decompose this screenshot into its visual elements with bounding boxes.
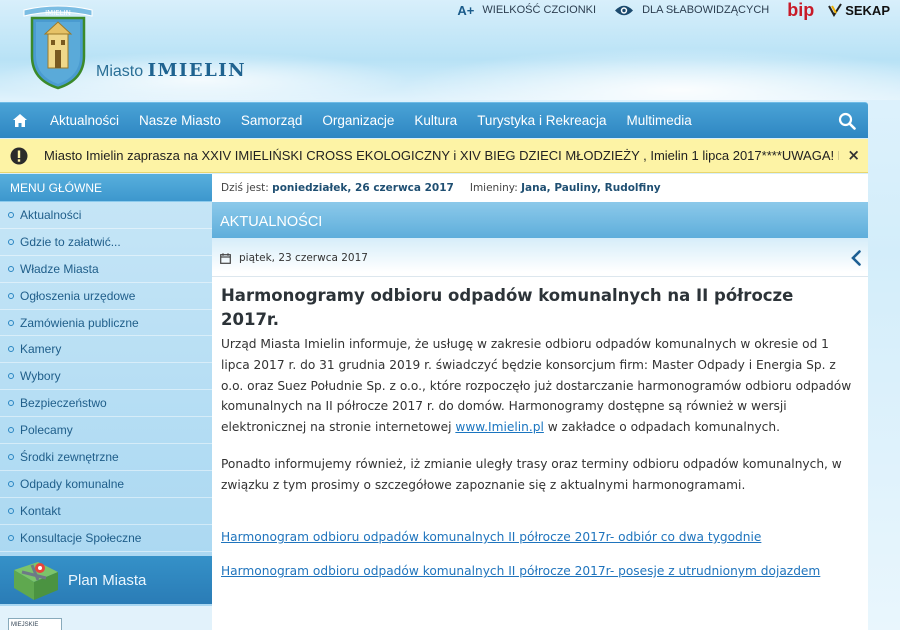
city-map-banner[interactable]: Plan Miasta (0, 556, 212, 604)
top-utility-bar: A+ WIELKOŚĆ CZCIONKI DLA SŁABOWIDZĄCYCH … (457, 0, 900, 20)
date-info-bar: Dziś jest: poniedziałek, 26 czerwca 2017… (212, 174, 868, 202)
article-paragraph-2: Ponadto informujemy również, iż zmianie … (221, 457, 842, 492)
sekap-logo-icon (828, 3, 843, 17)
sidebar-item-label: Wybory (20, 369, 61, 384)
city-map-label: Plan Miasta (68, 571, 147, 589)
bullet-icon (8, 265, 14, 272)
bullet-icon (8, 534, 14, 541)
font-size-icon: A+ (457, 2, 475, 18)
sidebar-item-zamowienia[interactable]: Zamówienia publiczne (0, 310, 212, 337)
sidebar-item-wladze-miasta[interactable]: Władze Miasta (0, 256, 212, 283)
post-date: piątek, 23 czerwca 2017 (220, 252, 368, 264)
bullet-icon (8, 211, 14, 218)
sidebar-item-srodki-zewnetrzne[interactable]: Środki zewnętrzne (0, 444, 212, 471)
nav-item-samorzad[interactable]: Samorząd (231, 113, 313, 128)
sidebar-item-label: Aktualności (20, 207, 82, 222)
imielin-website-link[interactable]: www.Imielin.pl (455, 420, 544, 434)
font-size-control[interactable]: A+ WIELKOŚĆ CZCIONKI (457, 3, 596, 18)
partner-logo[interactable]: MIEJSKIE (8, 618, 62, 630)
bullet-icon (8, 346, 14, 353)
main-navigation: Aktualności Nasze Miasto Samorząd Organi… (0, 102, 868, 138)
bullet-icon (8, 373, 14, 380)
close-icon[interactable]: × (847, 146, 860, 164)
home-icon (13, 114, 27, 127)
exclamation-icon (10, 147, 28, 164)
sidebar-item-label: Władze Miasta (20, 261, 99, 276)
announcement-ticker: Miasto Imielin zaprasza na XXIV IMIELIŃS… (0, 139, 868, 173)
bullet-icon (8, 238, 14, 245)
sidebar-item-label: Gdzie to załatwić... (20, 234, 121, 249)
article-paragraph-1: Urząd Miasta Imielin informuje, że usług… (221, 334, 861, 438)
sidebar-bottom: MIEJSKIE (0, 606, 212, 630)
sidebar-item-aktualnosci[interactable]: Aktualności (0, 202, 212, 229)
sidebar-menu: Aktualności Gdzie to załatwić... Władze … (0, 202, 212, 552)
home-button[interactable] (0, 103, 40, 139)
nav-item-nasze-miasto[interactable]: Nasze Miasto (129, 113, 231, 128)
download-link-schedule-biweekly[interactable]: Harmonogram odbioru odpadów komunalnych … (221, 530, 761, 544)
section-title: AKTUALNOŚCI (212, 202, 868, 238)
sidebar-item-kontakt[interactable]: Kontakt (0, 498, 212, 525)
sidebar-item-kamery[interactable]: Kamery (0, 336, 212, 364)
search-icon[interactable] (838, 112, 856, 130)
sidebar-item-bezpieczenstwo[interactable]: Bezpieczeństwo (0, 390, 212, 418)
article-title: Harmonogramy odbioru odpadów komunalnych… (221, 286, 794, 329)
sekap-link[interactable]: SEKAP (828, 3, 890, 18)
bullet-icon (8, 507, 14, 514)
calendar-icon (220, 252, 231, 264)
sidebar-item-polecamy[interactable]: Polecamy (0, 417, 212, 445)
sidebar-item-konsultacje[interactable]: Konsultacje Społeczne (0, 525, 212, 552)
sidebar-item-label: Zamówienia publiczne (20, 315, 139, 330)
map-icon (14, 562, 58, 600)
bip-link[interactable]: bip (787, 0, 814, 21)
header: IMIELIN Miasto IMIELIN A+ WIELKOŚĆ CZCIO… (0, 0, 900, 100)
sidebar-item-gdzie-to-zalatwic[interactable]: Gdzie to załatwić... (0, 229, 212, 256)
chevron-left-icon[interactable] (850, 250, 862, 266)
today-value: poniedziałek, 26 czerwca 2017 (272, 182, 454, 194)
accessibility-label: DLA SŁABOWIDZĄCYCH (642, 4, 770, 16)
bullet-icon (8, 480, 14, 487)
eye-icon (615, 5, 634, 15)
site-name-prefix: Miasto (96, 63, 144, 80)
bullet-icon (8, 427, 14, 434)
city-crest-icon[interactable]: IMIELIN (18, 4, 98, 90)
site-name-main: IMIELIN (147, 60, 247, 81)
nav-item-multimedia[interactable]: Multimedia (616, 113, 701, 128)
accessibility-control[interactable]: DLA SŁABOWIDZĄCYCH (614, 4, 769, 17)
bullet-icon (8, 400, 14, 407)
names-day-value: Jana, Pauliny, Rudolfiny (521, 182, 661, 194)
nav-item-organizacje[interactable]: Organizacje (312, 113, 404, 128)
bullet-icon (8, 292, 14, 299)
sekap-label: SEKAP (845, 2, 890, 18)
paragraph-1-tail: w zakładce o odpadach komunalnych. (543, 420, 780, 435)
announcement-text[interactable]: Miasto Imielin zaprasza na XXIV IMIELIŃS… (44, 148, 839, 163)
sidebar-item-label: Kontakt (20, 503, 61, 518)
download-link-schedule-difficult-access[interactable]: Harmonogram odbioru odpadów komunalnych … (221, 564, 820, 578)
sidebar-item-ogloszenia[interactable]: Ogłoszenia urzędowe (0, 283, 212, 310)
site-name[interactable]: Miasto IMIELIN (96, 60, 246, 81)
sidebar-item-odpady-komunalne[interactable]: Odpady komunalne (0, 471, 212, 498)
sidebar-item-label: Polecamy (20, 423, 73, 438)
divider (212, 276, 868, 277)
today-label: Dziś jest: (221, 182, 269, 194)
sidebar-item-label: Konsultacje Społeczne (20, 530, 142, 545)
bullet-icon (8, 453, 14, 460)
sidebar-item-label: Ogłoszenia urzędowe (20, 288, 136, 303)
bullet-icon (8, 319, 14, 326)
crest-banner: IMIELIN (45, 9, 71, 17)
sidebar-item-wybory[interactable]: Wybory (0, 363, 212, 391)
nav-item-kultura[interactable]: Kultura (404, 113, 467, 128)
nav-item-turystyka[interactable]: Turystyka i Rekreacja (467, 113, 616, 128)
sidebar-item-label: Odpady komunalne (20, 476, 125, 491)
names-day-label: Imieniny: (469, 182, 518, 194)
main-content: Dziś jest: poniedziałek, 26 czerwca 2017… (212, 174, 868, 630)
sidebar: MENU GŁÓWNE Aktualności Gdzie to załatwi… (0, 174, 212, 630)
sidebar-item-label: Kamery (20, 342, 62, 357)
post-date-text: piątek, 23 czerwca 2017 (239, 252, 368, 264)
sidebar-item-label: Bezpieczeństwo (20, 396, 107, 411)
font-size-label: WIELKOŚĆ CZCIONKI (482, 4, 597, 16)
sidebar-item-label: Środki zewnętrzne (20, 449, 119, 464)
sidebar-heading: MENU GŁÓWNE (0, 174, 212, 202)
nav-item-aktualnosci[interactable]: Aktualności (40, 113, 129, 128)
